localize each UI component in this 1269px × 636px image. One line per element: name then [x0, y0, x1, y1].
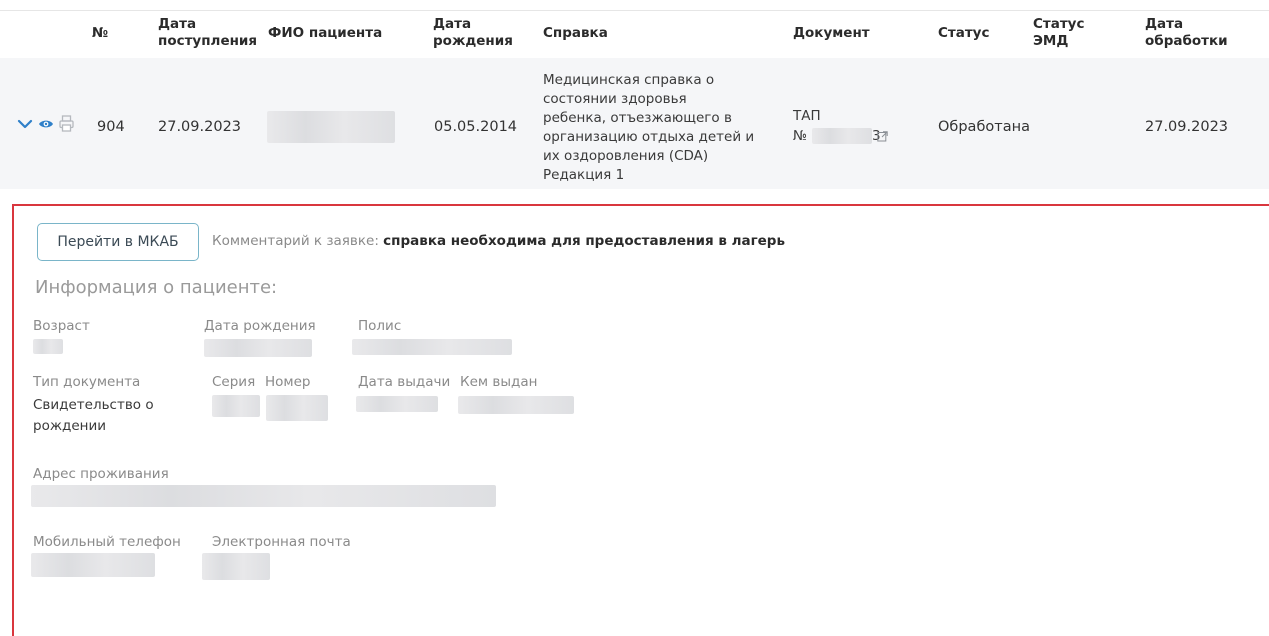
label-issue-date: Дата выдачи	[358, 374, 451, 390]
col-header-certificate[interactable]: Справка	[543, 25, 608, 42]
label-series: Серия	[212, 374, 256, 390]
value-number-redacted	[266, 395, 328, 421]
external-link-icon[interactable]	[877, 131, 888, 142]
cell-admission-date: 27.09.2023	[158, 119, 242, 135]
col-header-document[interactable]: Документ	[793, 25, 870, 42]
col-header-admission-date[interactable]: Дата поступления	[158, 16, 257, 50]
col-header-emd-status[interactable]: Статус ЭМД	[1033, 16, 1084, 50]
value-series-redacted	[212, 395, 260, 417]
cell-certificate: Медицинская справка о состоянии здоровья…	[543, 72, 755, 183]
cell-birth-date: 05.05.2014	[434, 119, 518, 135]
go-to-mkab-button[interactable]: Перейти в МКАБ	[37, 223, 199, 261]
label-birth-date: Дата рождения	[204, 318, 316, 334]
col-header-patient-name[interactable]: ФИО пациента	[268, 25, 382, 42]
cell-processed-date: 27.09.2023	[1145, 119, 1229, 135]
label-doc-type: Тип документа	[33, 374, 141, 390]
cell-document-label: ТАП	[793, 108, 821, 124]
col-header-status[interactable]: Статус	[938, 25, 989, 42]
value-issue-date-redacted	[356, 396, 438, 412]
cell-status: Обработана	[938, 119, 1030, 135]
col-header-number[interactable]: №	[92, 25, 108, 42]
value-email-redacted	[202, 553, 270, 580]
value-doc-type: Свидетельство о рождении	[33, 397, 154, 434]
label-email: Электронная почта	[212, 534, 351, 550]
comment-label: Комментарий к заявке:	[212, 233, 379, 249]
value-birth-date-redacted	[204, 339, 312, 357]
label-number: Номер	[265, 374, 311, 390]
cell-document-number-prefix: №	[793, 128, 808, 144]
cell-number: 904	[97, 119, 125, 135]
label-mobile: Мобильный телефон	[33, 534, 181, 550]
value-policy-redacted	[352, 339, 512, 355]
value-issued-by-redacted	[458, 396, 574, 414]
comment-text: справка необходима для предоставления в …	[383, 233, 785, 249]
request-comment: Комментарий к заявке: справка необходима…	[212, 233, 785, 249]
patient-info-title: Информация о пациенте:	[35, 277, 278, 298]
label-address: Адрес проживания	[33, 466, 169, 482]
col-header-birth-date[interactable]: Дата рождения	[433, 16, 513, 50]
col-header-processed-date[interactable]: Дата обработки	[1145, 16, 1228, 50]
row-details-panel	[12, 204, 1269, 636]
label-age: Возраст	[33, 318, 90, 334]
label-issued-by: Кем выдан	[460, 374, 538, 390]
chevron-down-icon[interactable]	[17, 117, 33, 131]
eye-icon[interactable]	[38, 118, 54, 130]
document-number-redacted	[812, 128, 872, 144]
table-top-border	[0, 10, 1269, 11]
value-mobile-redacted	[31, 553, 155, 577]
label-policy: Полис	[358, 318, 402, 334]
cell-patient-name-redacted	[267, 111, 395, 143]
value-age-redacted	[33, 339, 63, 354]
value-address-redacted	[31, 485, 496, 507]
printer-icon[interactable]	[59, 115, 74, 132]
